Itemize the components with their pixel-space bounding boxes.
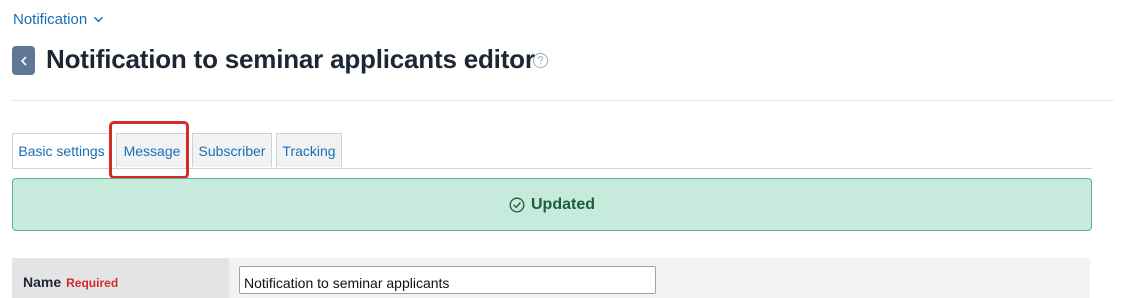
name-label: Name Required bbox=[23, 274, 118, 290]
tab-basic-settings[interactable]: Basic settings bbox=[12, 133, 111, 168]
tab-label: Message bbox=[123, 142, 181, 159]
tab-message[interactable]: Message bbox=[116, 133, 188, 167]
page-title: Notification to seminar applicants edito… bbox=[46, 44, 535, 74]
chevron-left-icon bbox=[20, 56, 26, 65]
tab-tracking[interactable]: Tracking bbox=[276, 133, 342, 167]
alert-message: Updated bbox=[531, 195, 595, 213]
form-row-name: Name Required bbox=[12, 258, 1090, 298]
tab-label: Basic settings bbox=[18, 143, 105, 159]
question-circle-icon[interactable] bbox=[532, 52, 549, 69]
chevron-down-icon bbox=[94, 16, 104, 23]
required-badge: Required bbox=[66, 276, 119, 290]
tab-label: Subscriber bbox=[198, 142, 266, 159]
tab-label: Tracking bbox=[282, 142, 336, 159]
name-label-text: Name bbox=[23, 274, 62, 290]
check-circle-icon bbox=[509, 197, 525, 212]
tab-bar: Basic settings Message Subscriber Tracki… bbox=[12, 133, 1092, 169]
name-input[interactable] bbox=[239, 266, 656, 294]
tab-subscriber[interactable]: Subscriber bbox=[192, 133, 272, 167]
success-alert: Updated bbox=[12, 178, 1092, 231]
breadcrumb[interactable]: Notification bbox=[13, 11, 104, 28]
back-button[interactable] bbox=[12, 46, 35, 75]
form-label-cell: Name Required bbox=[12, 258, 229, 298]
header-divider bbox=[12, 100, 1114, 101]
breadcrumb-label: Notification bbox=[13, 11, 88, 28]
